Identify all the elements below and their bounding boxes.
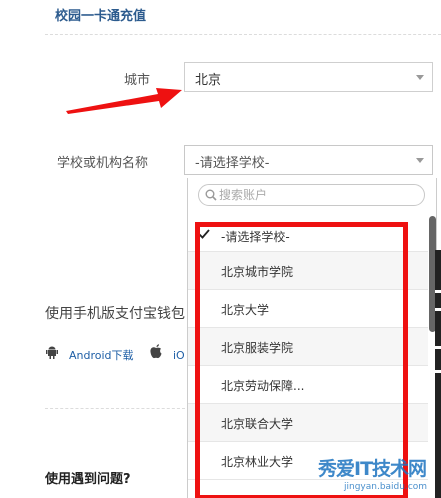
dropdown-search-input[interactable] <box>219 187 419 203</box>
school-option-label: 北京大学 <box>221 303 270 317</box>
school-dropdown-panel: -请选择学校- 北京城市学院 北京大学 北京服装学院 北京劳动保障... 北京联… <box>187 178 437 498</box>
divider <box>45 408 185 409</box>
divider <box>45 34 441 35</box>
school-option-label: -请选择学校- <box>221 230 290 244</box>
city-select[interactable]: 北京 <box>184 62 433 92</box>
apple-icon <box>150 344 162 359</box>
red-arrow-annotation <box>66 88 182 114</box>
city-select-value: 北京 <box>195 73 222 88</box>
dropdown-search-box <box>198 184 425 206</box>
school-select-value: -请选择学校- <box>195 156 270 171</box>
chevron-down-icon <box>416 158 424 163</box>
school-option[interactable]: -请选择学校- <box>188 216 428 252</box>
school-option[interactable]: 北京服装学院 <box>188 328 428 366</box>
check-icon <box>198 229 210 239</box>
school-option[interactable]: 北京林业大学 <box>188 442 428 480</box>
school-select[interactable]: -请选择学校- <box>184 145 433 175</box>
school-option-label: 北京城市学院 <box>221 265 294 279</box>
android-download-link[interactable]: Android下载 <box>69 347 134 363</box>
page-edge-strip <box>435 250 441 498</box>
help-title: 使用遇到问题? <box>45 472 131 487</box>
school-option[interactable]: 北京大学 <box>188 290 428 328</box>
chevron-down-icon <box>416 75 424 80</box>
school-option[interactable]: 北京城市学院 <box>188 252 428 290</box>
search-icon <box>205 189 217 201</box>
school-option-label: 北京服装学院 <box>221 341 294 355</box>
school-option[interactable]: 北京劳动保障... <box>188 366 428 404</box>
school-option-label: 北京林业大学 <box>221 455 294 469</box>
android-icon <box>46 346 58 359</box>
alipay-app-text: 使用手机版支付宝钱包 <box>45 306 185 322</box>
school-option-label: 北京联合大学 <box>221 417 294 431</box>
ios-download-link[interactable]: iOS下载 <box>173 347 185 363</box>
school-option-label: 北京劳动保障... <box>221 379 305 393</box>
page-title: 校园一卡通充值 <box>55 9 147 24</box>
school-option[interactable]: 北京联合大学 <box>188 404 428 442</box>
school-label: 学校或机构名称 <box>57 156 149 171</box>
school-option-list: -请选择学校- 北京城市学院 北京大学 北京服装学院 北京劳动保障... 北京联… <box>188 216 428 480</box>
